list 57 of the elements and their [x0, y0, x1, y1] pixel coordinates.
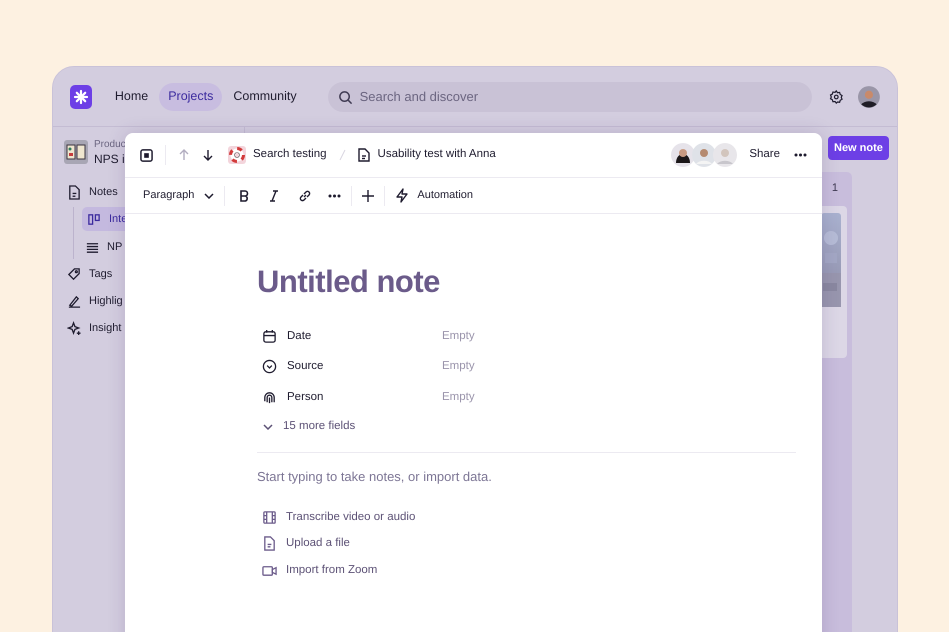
more-fields-toggle[interactable]: 15 more fields	[257, 412, 356, 440]
pen-icon	[67, 294, 81, 308]
italic-icon[interactable]	[268, 190, 280, 202]
nav-tab[interactable]: Community	[224, 82, 306, 110]
document-icon	[358, 148, 370, 162]
chevron-down-icon	[204, 192, 214, 198]
chevron-circle-icon	[262, 359, 277, 374]
more-icon[interactable]	[328, 194, 342, 198]
search-icon	[338, 90, 353, 104]
column-count: 1	[832, 181, 838, 196]
avatar-icon[interactable]	[671, 143, 696, 167]
slash-icon	[338, 149, 346, 161]
chevron-down-icon	[263, 424, 273, 430]
note-title[interactable]: Untitled note	[257, 262, 796, 302]
import-action[interactable]: Transcribe video or audio	[257, 504, 796, 530]
project-category: Produc	[94, 138, 126, 152]
sidebar-item[interactable]: Highlig	[64, 289, 123, 313]
tag-icon	[67, 266, 81, 282]
search-field[interactable]: Search and discover	[328, 82, 812, 112]
columns-icon	[87, 212, 101, 226]
sidebar-item[interactable]: Tags	[64, 262, 112, 286]
project-name: NPS i	[94, 152, 126, 166]
automation-button[interactable]: Automation	[395, 187, 474, 204]
nav-tab[interactable]: Projects	[159, 82, 222, 110]
import-action[interactable]: Import from Zoom	[257, 557, 796, 584]
calendar-icon	[262, 328, 277, 344]
avatar-icon[interactable]	[858, 84, 880, 108]
lightning-icon	[395, 188, 410, 203]
share-button[interactable]: Share	[749, 146, 780, 164]
fingerprint-icon	[262, 390, 277, 405]
link-icon[interactable]	[298, 188, 312, 202]
document-icon	[67, 184, 81, 200]
plus-icon[interactable]	[362, 190, 374, 202]
breadcrumb-link[interactable]: Search testing	[253, 146, 327, 164]
import-action[interactable]: Upload a file	[257, 530, 796, 557]
sidebar-item[interactable]: Insight	[64, 316, 122, 340]
sparkle-icon	[67, 320, 81, 336]
field-label: Person	[287, 390, 324, 405]
book-icon	[64, 140, 88, 164]
breadcrumb-current: Usability test with Anna	[378, 147, 496, 162]
settings-icon[interactable]	[828, 88, 844, 104]
field-label: Source	[287, 359, 324, 374]
note-body-placeholder[interactable]: Start typing to take notes, or import data.	[257, 466, 796, 486]
more-icon[interactable]	[794, 153, 807, 157]
arrow-down-icon[interactable]	[202, 149, 214, 161]
film-icon	[262, 510, 277, 525]
logo-icon[interactable]	[70, 84, 92, 108]
new-note-button[interactable]: New note	[828, 136, 889, 160]
block-type-dropdown[interactable]: Paragraph	[143, 187, 214, 204]
file-icon	[262, 536, 277, 552]
sidebar-item[interactable]: Notes	[64, 180, 118, 204]
lifebuoy-icon	[228, 146, 246, 164]
bold-icon[interactable]	[238, 190, 250, 202]
nav-tab[interactable]: Home	[106, 82, 158, 110]
sidebar-item[interactable]: NP	[82, 235, 122, 259]
field-label: Date	[287, 328, 312, 344]
stop-icon[interactable]	[140, 148, 153, 162]
